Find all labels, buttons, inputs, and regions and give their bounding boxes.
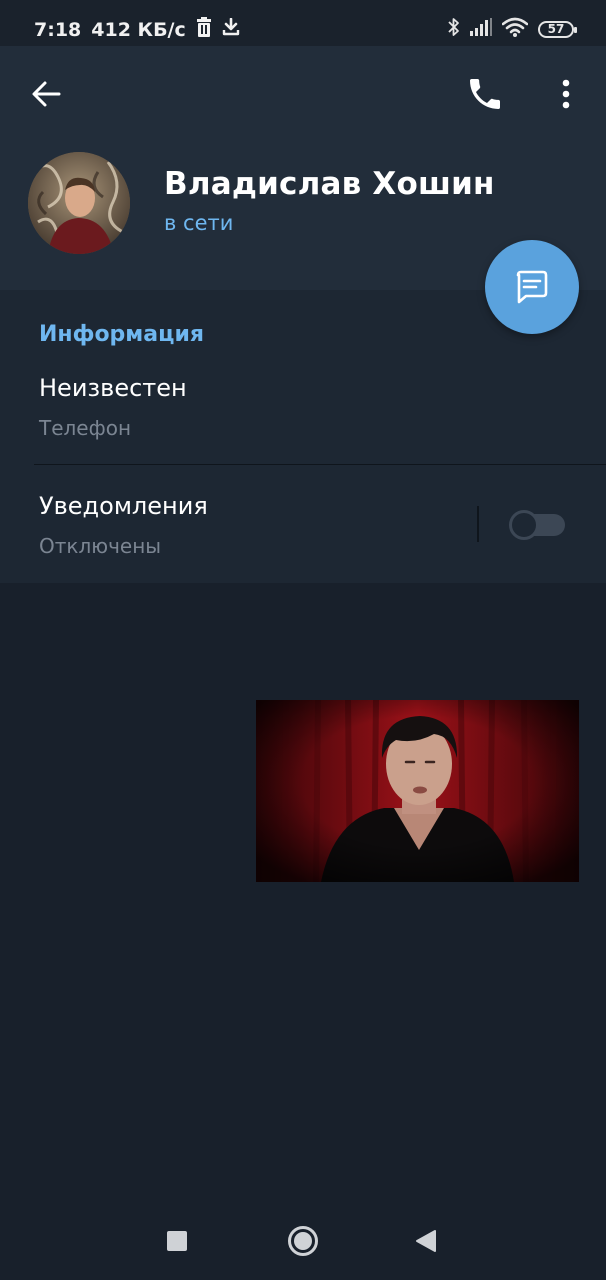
message-icon <box>516 270 548 304</box>
home-button[interactable] <box>287 1225 319 1257</box>
profile-name: Владислав Хошин <box>164 166 495 202</box>
signal-icon <box>470 18 492 40</box>
notifications-toggle[interactable] <box>509 510 565 540</box>
row-divider <box>34 464 606 465</box>
home-circle-icon <box>288 1226 318 1256</box>
floating-video[interactable] <box>256 700 579 882</box>
status-bar: 7:18 412 КБ/с 57 <box>0 0 606 46</box>
send-message-button[interactable] <box>485 240 579 334</box>
phone-icon <box>470 79 500 109</box>
more-options-button[interactable] <box>552 76 580 112</box>
battery-icon: 57 <box>538 20 577 38</box>
phone-label: Телефон <box>39 416 132 440</box>
battery-level: 57 <box>547 21 565 36</box>
info-card: Информация Неизвестен Телефон Уведомлени… <box>0 290 606 583</box>
toggle-thumb <box>509 510 539 540</box>
toggle-divider <box>477 506 479 542</box>
wifi-icon <box>501 17 529 41</box>
profile-screen: 7:18 412 КБ/с 57 Владислав Хошин в сети … <box>0 0 606 1280</box>
call-button[interactable] <box>465 74 505 114</box>
system-back-button[interactable] <box>415 1229 437 1253</box>
back-button[interactable] <box>26 74 66 114</box>
download-icon <box>222 17 240 42</box>
notifications-value: Отключены <box>39 534 162 558</box>
avatar[interactable] <box>28 152 130 254</box>
status-right-group: 57 <box>448 17 577 41</box>
trash-icon <box>196 17 212 43</box>
network-speed: 412 КБ/с <box>91 19 186 41</box>
back-triangle-icon <box>416 1230 436 1252</box>
avatar-photo <box>28 152 130 254</box>
bluetooth-icon <box>448 17 460 41</box>
status-left-group: 7:18 412 КБ/с <box>34 17 240 43</box>
more-vertical-icon <box>562 79 570 109</box>
status-time: 7:18 <box>34 19 82 41</box>
back-arrow-icon <box>32 81 61 107</box>
notifications-title: Уведомления <box>39 492 208 520</box>
recents-button[interactable] <box>167 1231 187 1251</box>
section-title-info: Информация <box>39 322 204 347</box>
profile-status: в сети <box>164 211 234 235</box>
phone-value: Неизвестен <box>39 374 187 402</box>
video-frame <box>256 700 579 882</box>
